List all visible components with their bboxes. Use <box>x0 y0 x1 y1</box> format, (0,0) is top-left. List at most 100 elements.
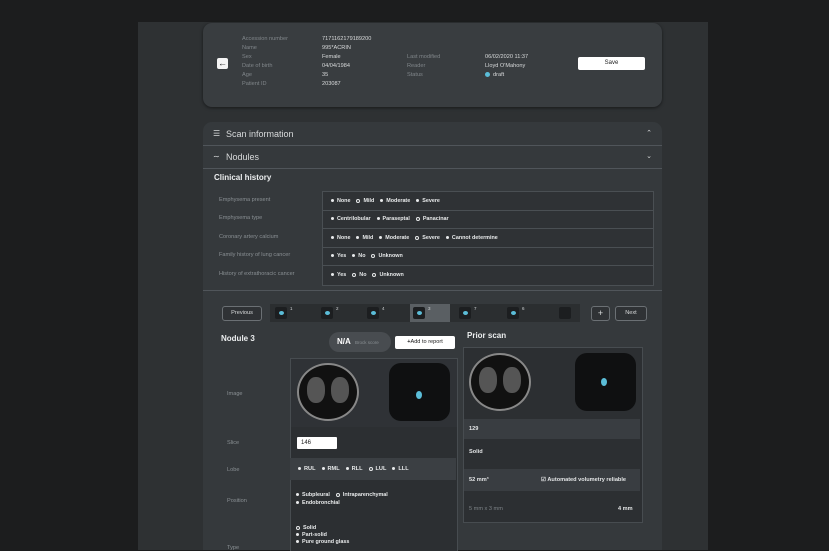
radio-option-label: Unknown <box>379 272 404 278</box>
label-accession: Accession number <box>242 36 289 42</box>
radio-dot-icon <box>445 236 449 240</box>
radio-option-label: Pure ground glass <box>302 539 350 545</box>
nodule-thumbnail[interactable]: 6 <box>504 304 544 322</box>
radio-option[interactable]: Mild <box>356 229 373 247</box>
radio-option[interactable]: None <box>331 229 350 247</box>
radio-option[interactable]: Severe <box>415 229 440 247</box>
nodule-thumbnail[interactable]: 4 <box>364 304 404 322</box>
nodule-zoom-image[interactable] <box>389 363 450 421</box>
radio-option[interactable]: RML <box>321 458 340 480</box>
radio-option[interactable]: Part-solid <box>296 532 446 539</box>
section-scan-information[interactable]: ☰ Scan information ⌃ <box>203 123 662 146</box>
radio-option-label: Unknown <box>378 253 403 259</box>
radio-option[interactable]: RUL <box>298 458 316 480</box>
status-badge: draft <box>485 71 504 79</box>
ct-scan-image[interactable] <box>297 363 359 421</box>
radio-option[interactable]: Intraparenchymal <box>335 491 388 499</box>
thumb-number: 3 <box>428 306 431 311</box>
lobe-options[interactable]: RUL RML RLL LUL LLL <box>290 458 456 480</box>
nodule-thumb-icon <box>367 307 379 319</box>
radio-option[interactable]: Solid <box>296 525 446 532</box>
radio-option[interactable]: Unknown <box>371 247 403 265</box>
radio-dot-icon <box>296 525 300 530</box>
radio-option[interactable]: Moderate <box>380 192 410 210</box>
thumb-number: 7 <box>474 306 477 311</box>
radio-option[interactable]: Yes <box>331 247 346 265</box>
radio-option-label: RML <box>327 466 340 472</box>
radio-option[interactable]: None <box>331 192 350 210</box>
radio-option[interactable]: Mild <box>356 192 374 210</box>
type-options[interactable]: Solid Part-solid Pure ground glass <box>296 525 446 546</box>
lung-right-icon <box>331 377 349 403</box>
radio-dot-icon <box>298 467 301 471</box>
status-text: draft <box>493 72 505 78</box>
radio-dot-icon <box>371 253 376 258</box>
thumb-number: 4 <box>382 306 385 311</box>
value-accession: 7171162179189200 <box>322 36 372 42</box>
radio-option-label: Yes <box>337 272 347 278</box>
prior-nodule-zoom-image[interactable] <box>575 353 636 411</box>
nodule-thumbnail-active[interactable]: 3 <box>410 304 450 322</box>
radio-option[interactable]: No <box>352 247 365 265</box>
radio-option[interactable]: Centrilobular <box>331 210 371 228</box>
next-button[interactable]: Next <box>615 306 647 321</box>
clinical-history-title: Clinical history <box>214 173 272 182</box>
previous-button[interactable]: Previous <box>222 306 262 321</box>
clinical-history-table: None Mild Moderate Severe Centrilobular Para… <box>322 191 654 286</box>
radio-option[interactable]: Unknown <box>372 266 404 284</box>
position-options[interactable]: Subpleural Intraparenchymal Endobronchial <box>296 491 446 507</box>
radio-option[interactable]: No <box>352 266 366 284</box>
nodule-thumb-icon <box>559 307 571 319</box>
row-label-image: Image <box>227 391 243 397</box>
radio-option[interactable]: Endobronchial <box>296 499 446 507</box>
radio-option[interactable]: Panacinar <box>415 210 449 228</box>
radio-option[interactable]: Yes <box>331 266 346 284</box>
radio-dot-icon <box>415 216 420 221</box>
save-button[interactable]: Save <box>578 57 645 70</box>
add-to-report-button[interactable]: +Add to report <box>395 336 455 349</box>
radio-option[interactable]: Subpleural <box>296 491 330 499</box>
radio-option[interactable]: Pure ground glass <box>296 539 446 546</box>
radio-option[interactable]: Severe <box>416 192 440 210</box>
radio-option-label: Moderate <box>385 235 410 241</box>
radio-dot-icon <box>392 467 396 471</box>
radio-option-label: Solid <box>303 525 317 531</box>
slice-input[interactable]: 146 <box>297 437 337 449</box>
prior-slice-row <box>464 419 640 439</box>
q-label: Family history of lung cancer <box>219 252 291 258</box>
nodule-thumbnail[interactable]: 2 <box>318 304 358 322</box>
label-patient-id: Patient ID <box>242 81 267 87</box>
radio-option-label: Part-solid <box>302 532 327 538</box>
radio-option-label: Mild <box>362 235 374 241</box>
section-nodules-label: Nodules <box>226 152 260 162</box>
nodule-thumbnail[interactable] <box>556 304 578 322</box>
radio-option[interactable]: LLL <box>392 458 409 480</box>
radio-dot-icon <box>352 254 356 258</box>
nodule-thumbnail[interactable]: 7 <box>456 304 496 322</box>
radio-option[interactable]: Paraseptal <box>376 210 410 228</box>
thumb-number: 1 <box>290 306 293 311</box>
clinical-row: Yes No Unknown <box>323 266 653 284</box>
prior-type: Solid <box>469 449 483 455</box>
label-dob: Date of birth <box>242 63 273 69</box>
radio-option-label: No <box>358 253 366 259</box>
radio-dot-icon <box>376 217 380 221</box>
back-button[interactable]: ← <box>217 58 228 69</box>
add-nodule-button[interactable]: + <box>591 306 610 321</box>
nodule-title: Nodule 3 <box>221 334 255 343</box>
radio-dot-icon <box>356 236 360 240</box>
prior-diameter: 4 mm <box>618 506 633 512</box>
radio-dot-icon <box>331 217 334 221</box>
section-nodules[interactable]: ∼ Nodules ⌄ <box>203 146 662 169</box>
radio-option-label: LLL <box>398 466 409 472</box>
radio-option[interactable]: RLL <box>345 458 363 480</box>
volumetry-label: Automated volumetry reliable <box>547 477 627 483</box>
radio-option-label: Moderate <box>386 198 411 204</box>
prior-ct-scan-image[interactable] <box>469 353 531 411</box>
radio-dot-icon <box>296 501 299 505</box>
nodule-thumbnail[interactable]: 1 <box>272 304 312 322</box>
radio-option[interactable]: Moderate <box>379 229 409 247</box>
clinical-row: None Mild Moderate Severe Cannot determine <box>323 229 653 248</box>
radio-option[interactable]: LUL <box>368 458 386 480</box>
radio-option[interactable]: Cannot determine <box>445 229 498 247</box>
